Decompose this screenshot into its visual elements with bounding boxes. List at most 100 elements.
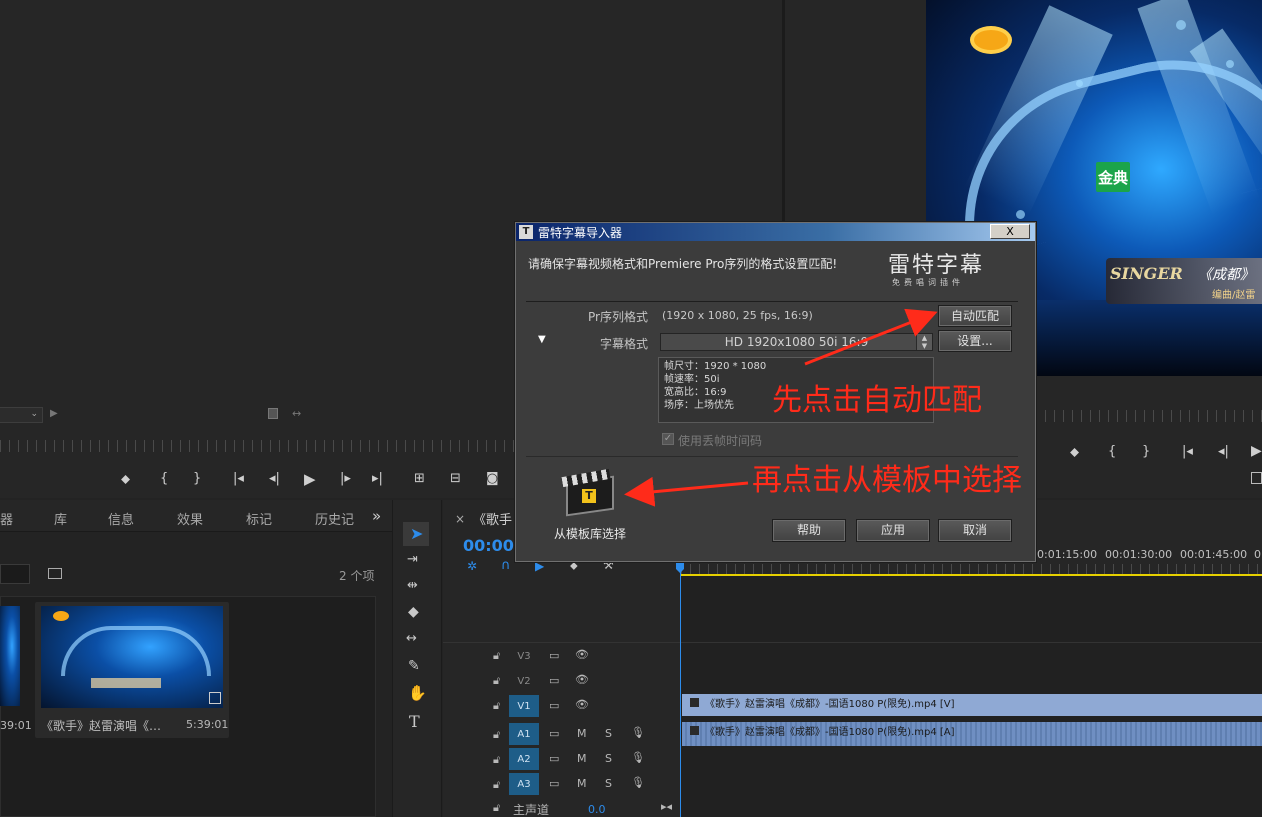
sync-lock-icon[interactable]: ▭ <box>549 674 559 687</box>
solo-button[interactable]: S <box>605 752 612 765</box>
list-item[interactable]: 《歌手》赵雷演唱《… 5:39:01 <box>35 602 229 738</box>
tab-media-browser[interactable]: 器 <box>0 509 13 528</box>
step-forward-icon[interactable]: |▸ <box>340 471 351 486</box>
tab-info[interactable]: 信息 <box>108 509 134 528</box>
snap-icon[interactable]: ✲ <box>467 559 477 573</box>
clip-thumbnail[interactable] <box>41 606 223 708</box>
track-select-tool-icon[interactable]: ⇥ <box>407 552 418 567</box>
track-label[interactable]: A1 <box>509 723 539 745</box>
linked-selection-icon[interactable]: ∩ <box>501 558 511 573</box>
audio-clip[interactable]: 《歌手》赵雷演唱《成都》-国语1080 P(限免).mp4 [A] <box>682 722 1262 746</box>
track-header-v2[interactable]: 🔓︎ V2 ▭ 👁︎ <box>443 669 681 694</box>
lock-icon[interactable]: 🔓︎ <box>493 674 500 688</box>
close-button[interactable]: X <box>990 224 1030 239</box>
sync-lock-icon[interactable]: ▭ <box>549 727 559 740</box>
track-header-v3[interactable]: 🔓︎ V3 ▭ 👁︎ <box>443 644 681 669</box>
find-icon[interactable] <box>48 568 62 579</box>
eye-icon[interactable]: 👁︎ <box>575 648 589 661</box>
mute-button[interactable]: M <box>577 777 587 790</box>
video-clip[interactable]: 《歌手》赵雷演唱《成都》-国语1080 P(限免).mp4 [V] <box>682 694 1262 716</box>
sync-lock-icon[interactable]: ▭ <box>549 649 559 662</box>
tab-sequence[interactable]: 《歌手 <box>473 509 512 528</box>
play-icon[interactable]: ▶ <box>304 470 316 488</box>
cancel-button[interactable]: 取消 <box>938 519 1012 542</box>
template-library-label[interactable]: 从模板库选择 <box>554 525 626 542</box>
tab-history[interactable]: 历史记 <box>315 509 354 528</box>
insert-icon[interactable]: ⊞ <box>414 471 425 486</box>
track-header-v1[interactable]: 🔓︎ V1 ▭ 👁︎ <box>443 694 681 719</box>
close-icon[interactable]: × <box>455 512 465 526</box>
ruler-time-label: 00:01:45:00 <box>1180 548 1248 561</box>
clip-icon[interactable] <box>268 408 278 419</box>
source-time-ruler[interactable] <box>0 440 515 452</box>
marker-icon[interactable]: ⬥ <box>121 472 130 487</box>
camera-icon[interactable]: ◙ <box>486 471 499 486</box>
help-button[interactable]: 帮助 <box>772 519 846 542</box>
selection-tool-icon[interactable]: ➤ <box>410 524 423 543</box>
overwrite-icon[interactable]: ⊟ <box>450 471 461 486</box>
sync-lock-icon[interactable]: ▭ <box>549 752 559 765</box>
eye-icon[interactable]: 👁︎ <box>575 698 589 711</box>
master-track-header[interactable]: 🔓︎ 主声道 0.0 ▸◂ <box>443 798 681 817</box>
track-label[interactable]: V1 <box>509 695 539 717</box>
program-step-back-icon[interactable]: ◂| <box>1218 444 1229 459</box>
mute-button[interactable]: M <box>577 752 587 765</box>
export-frame-icon[interactable] <box>1251 472 1262 484</box>
go-to-out-icon[interactable]: ▸| <box>372 471 383 486</box>
sync-lock-icon[interactable]: ▭ <box>549 699 559 712</box>
solo-button[interactable]: S <box>605 727 612 740</box>
track-header-a2[interactable]: 🔓︎ A2 ▭ M S 🎙︎ <box>443 747 681 772</box>
razor-tool-icon[interactable]: ◆ <box>408 604 419 620</box>
microphone-icon[interactable]: 🎙︎ <box>631 776 645 789</box>
expand-triangle-icon[interactable]: ▼ <box>538 334 546 345</box>
lock-icon[interactable]: 🔓︎ <box>493 728 500 742</box>
more-tabs-icon[interactable]: » <box>372 507 381 525</box>
master-volume[interactable]: 0.0 <box>588 803 606 816</box>
program-mark-out-icon[interactable]: } <box>1142 444 1150 459</box>
tab-markers[interactable]: 标记 <box>246 509 272 528</box>
go-to-in-icon[interactable]: |◂ <box>233 471 244 486</box>
clip-thumbnail[interactable] <box>0 606 20 706</box>
lock-icon[interactable]: 🔓︎ <box>493 753 500 767</box>
program-time-ruler[interactable] <box>1036 410 1262 422</box>
pen-tool-icon[interactable]: ✎ <box>408 658 420 674</box>
slip-tool-icon[interactable]: ↔ <box>406 631 417 646</box>
search-input[interactable] <box>0 564 30 584</box>
track-label[interactable]: V3 <box>509 645 539 667</box>
go-to-end-icon[interactable]: ▸◂ <box>661 800 672 813</box>
lock-icon[interactable]: 🔓︎ <box>493 778 500 792</box>
lock-icon[interactable]: 🔓︎ <box>493 801 500 815</box>
apply-button[interactable]: 应用 <box>856 519 930 542</box>
lock-icon[interactable]: 🔓︎ <box>493 649 500 663</box>
lock-icon[interactable]: 🔓︎ <box>493 699 500 713</box>
type-tool-icon[interactable]: T <box>409 712 420 731</box>
program-marker-icon[interactable]: ⬥ <box>1070 445 1079 460</box>
step-back-icon[interactable]: ◂| <box>269 471 280 486</box>
drag-handle-icon[interactable]: ↔ <box>292 407 301 420</box>
tab-library[interactable]: 库 <box>54 509 67 528</box>
ripple-edit-tool-icon[interactable]: ⇹ <box>407 578 418 593</box>
program-mark-in-icon[interactable]: { <box>1108 444 1116 459</box>
mark-in-icon[interactable]: { <box>160 471 168 486</box>
mark-out-icon[interactable]: } <box>193 471 201 486</box>
timeline-ruler[interactable] <box>681 564 1262 574</box>
microphone-icon[interactable]: 🎙︎ <box>631 726 645 739</box>
microphone-icon[interactable]: 🎙︎ <box>631 751 645 764</box>
eye-icon[interactable]: 👁︎ <box>575 673 589 686</box>
dialog-titlebar[interactable]: T 雷特字幕导入器 X <box>516 223 1035 241</box>
hand-tool-icon[interactable]: ✋ <box>408 684 427 702</box>
program-play-icon[interactable]: ▶ <box>1251 443 1262 459</box>
track-label[interactable]: A3 <box>509 773 539 795</box>
track-label[interactable]: V2 <box>509 670 539 692</box>
solo-button[interactable]: S <box>605 777 612 790</box>
dialog-title: 雷特字幕导入器 <box>538 226 623 240</box>
program-go-to-in-icon[interactable]: |◂ <box>1182 444 1193 459</box>
play-triangle-icon[interactable]: ▶ <box>50 408 58 419</box>
source-zoom-select[interactable]: ⌄ <box>0 407 43 423</box>
track-header-a3[interactable]: 🔓︎ A3 ▭ M S 🎙︎ <box>443 772 681 797</box>
tab-effects[interactable]: 效果 <box>177 509 203 528</box>
track-header-a1[interactable]: 🔓︎ A1 ▭ M S 🎙︎ <box>443 722 681 747</box>
track-label[interactable]: A2 <box>509 748 539 770</box>
sync-lock-icon[interactable]: ▭ <box>549 777 559 790</box>
mute-button[interactable]: M <box>577 727 587 740</box>
